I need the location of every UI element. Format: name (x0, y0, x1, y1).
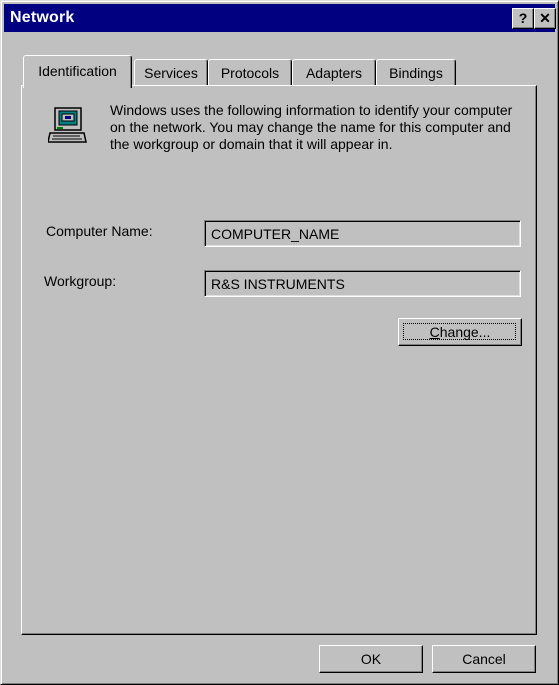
tab-bindings[interactable]: Bindings (376, 59, 456, 86)
tab-identification[interactable]: Identification (23, 55, 132, 88)
cancel-button[interactable]: Cancel (432, 645, 536, 673)
identification-panel: Windows uses the following information t… (21, 85, 537, 635)
tab-protocols[interactable]: Protocols (208, 59, 292, 86)
window-title: Network (10, 9, 75, 26)
computer-icon (48, 107, 87, 143)
workgroup-label: Workgroup: (44, 273, 117, 289)
help-icon: ? (518, 10, 528, 26)
workgroup-field[interactable]: R&S INSTRUMENTS (204, 270, 521, 297)
title-bar[interactable]: Network ? ✕ (4, 4, 556, 32)
close-icon: ✕ (539, 10, 551, 26)
computer-name-label: Computer Name: (46, 223, 153, 239)
info-text: Windows uses the following information t… (110, 102, 513, 152)
change-mnemonic: C (429, 324, 440, 340)
close-button[interactable]: ✕ (534, 8, 556, 29)
tab-adapters[interactable]: Adapters (292, 59, 376, 86)
change-button[interactable]: Change... (398, 318, 522, 346)
tab-services[interactable]: Services (134, 59, 208, 86)
change-label: hange... (439, 324, 491, 340)
network-dialog: Network ? ✕ Identification Services Prot… (0, 0, 559, 685)
help-button[interactable]: ? (512, 8, 534, 29)
ok-button[interactable]: OK (319, 645, 423, 673)
computer-name-field[interactable]: COMPUTER_NAME (204, 220, 521, 247)
